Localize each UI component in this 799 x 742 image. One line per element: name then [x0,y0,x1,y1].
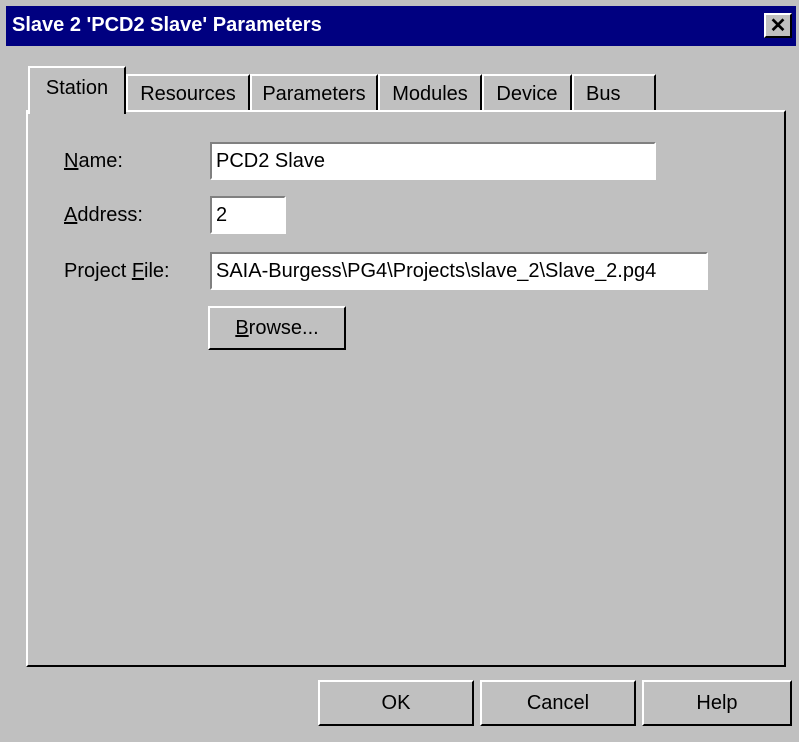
tab-station[interactable]: Station [28,66,126,114]
name-label: Name: [64,150,123,172]
close-icon: ✕ [769,14,787,37]
help-button[interactable]: Help [642,680,792,726]
project-file-field[interactable]: SAIA-Burgess\PG4\Projects\slave_2\Slave_… [210,252,708,290]
tab-modules[interactable]: Modules [378,74,482,112]
project-file-label: Project File: [64,260,170,282]
title-bar[interactable]: Slave 2 'PCD2 Slave' Parameters ✕ [6,6,796,46]
address-label: Address: [64,204,143,226]
cancel-button[interactable]: Cancel [480,680,636,726]
address-field[interactable]: 2 [210,196,286,234]
tab-resources-label: Resources [140,82,236,105]
tab-parameters-label: Parameters [262,82,366,105]
close-button[interactable]: ✕ [764,13,792,38]
tab-parameters[interactable]: Parameters [250,74,378,112]
tab-device[interactable]: Device [482,74,572,112]
browse-button[interactable]: Browse... [208,306,346,350]
tab-resources[interactable]: Resources [126,74,250,112]
ok-button-label: OK [381,691,411,714]
help-button-label: Help [696,691,738,714]
ok-button[interactable]: OK [318,680,474,726]
station-tab-panel: Name: PCD2 Slave Address: 2 Project File… [26,110,786,667]
dialog-window: Slave 2 'PCD2 Slave' Parameters ✕ Statio… [0,0,799,742]
tab-modules-label: Modules [392,82,468,105]
tab-bus-label: Bus [586,82,621,105]
name-field[interactable]: PCD2 Slave [210,142,656,180]
tab-bus[interactable]: Bus [572,74,656,112]
tab-device-label: Device [496,82,558,105]
tab-station-label: Station [45,76,109,99]
window-title: Slave 2 'PCD2 Slave' Parameters [12,14,322,36]
cancel-button-label: Cancel [526,691,590,714]
